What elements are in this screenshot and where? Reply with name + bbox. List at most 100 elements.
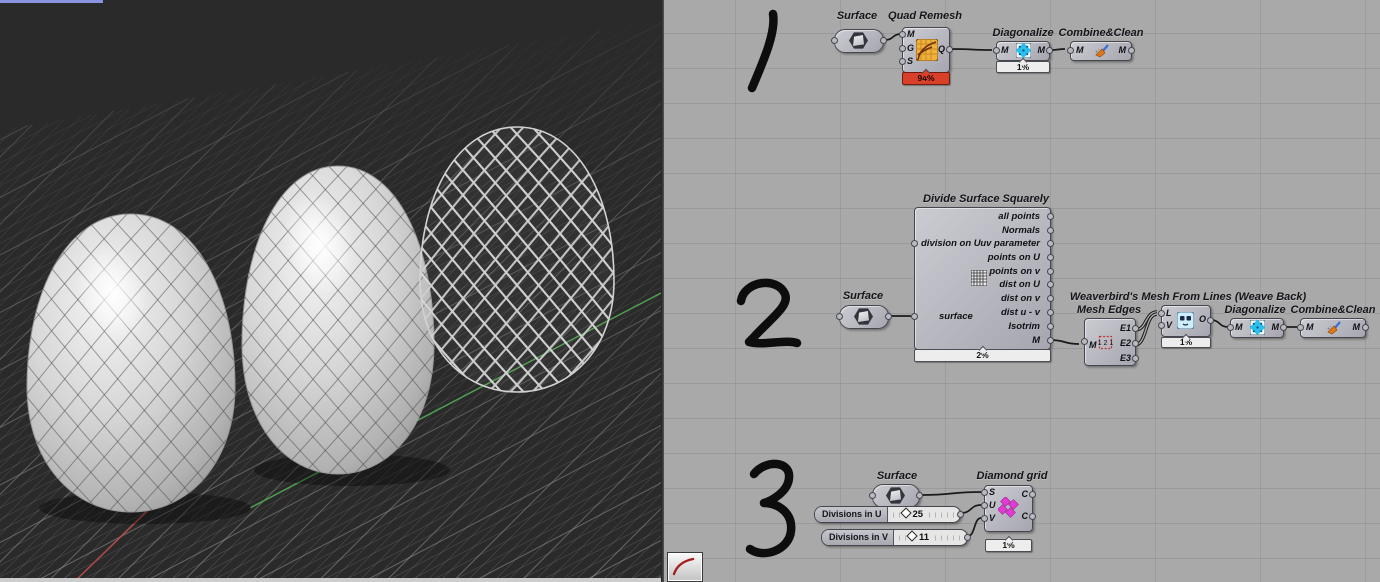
port-in-v[interactable] — [1158, 322, 1165, 329]
port-label: M — [1118, 45, 1127, 55]
svg-text:1 2 1: 1 2 1 — [1098, 340, 1113, 347]
port-out[interactable] — [957, 511, 964, 518]
diamond-grid-label: Diamond grid — [976, 470, 1048, 482]
port-label: V — [989, 513, 996, 523]
port-label: M — [1306, 322, 1314, 332]
port-in[interactable] — [836, 313, 843, 320]
surface-param[interactable] — [869, 484, 923, 508]
top-blue-strip — [0, 0, 103, 3]
port-in-m[interactable] — [1081, 338, 1088, 345]
diamond-grid-component[interactable]: S U V C C — [981, 485, 1036, 532]
surface-icon — [849, 32, 868, 49]
port-out[interactable] — [1047, 268, 1054, 275]
port-out-e3[interactable] — [1132, 355, 1139, 362]
diamond-grid-icon — [998, 497, 1019, 518]
handwritten-annotation-2 — [736, 278, 802, 348]
quad-remesh-component[interactable]: M G S Q — [899, 27, 953, 73]
port-out[interactable] — [1047, 213, 1054, 220]
combine-clean-label: Combine&Clean — [1058, 27, 1144, 39]
rhino-3d-viewport[interactable] — [0, 0, 661, 582]
port-out-c1[interactable] — [1029, 491, 1036, 498]
weaverbird-title-label: Weaverbird's Mesh From Lines (Weave Back… — [1069, 291, 1307, 303]
port-out[interactable] — [885, 313, 892, 320]
slider-track[interactable]: 11 — [894, 530, 967, 545]
slider-handle[interactable]: 11 — [906, 530, 932, 543]
port-in-m[interactable] — [1227, 324, 1234, 331]
port-out[interactable] — [1047, 323, 1054, 330]
port-in-m[interactable] — [1297, 324, 1304, 331]
port-out[interactable] — [1047, 295, 1054, 302]
port-out-m[interactable] — [1128, 47, 1135, 54]
combine-clean-brush-icon — [1095, 44, 1109, 58]
divide-surface-progress-badge: 2% — [914, 345, 1051, 362]
surface-param[interactable] — [831, 29, 887, 53]
port-out[interactable] — [916, 492, 923, 499]
port-out-m[interactable] — [1047, 337, 1054, 344]
port-out-o[interactable] — [1207, 317, 1214, 324]
port-out-e2[interactable] — [1132, 340, 1139, 347]
port-out-m[interactable] — [1046, 47, 1053, 54]
quad-remesh-label: Quad Remesh — [888, 10, 962, 22]
combine-clean-component[interactable]: M M — [1297, 318, 1369, 338]
divide-surface-squarely-component[interactable]: division on U surface all points Normals… — [911, 207, 1054, 350]
port-label: M — [1271, 322, 1280, 332]
grasshopper-canvas[interactable]: Surface Quad Remesh M G S Q 94% Diagonal — [664, 0, 1380, 582]
port-out[interactable] — [1047, 309, 1054, 316]
port-in-division-u[interactable] — [911, 240, 918, 247]
port-out-m[interactable] — [1362, 324, 1369, 331]
port-out[interactable] — [964, 534, 971, 541]
port-out[interactable] — [1047, 240, 1054, 247]
port-label: points on v — [989, 266, 1040, 277]
mesh-edges-label: Mesh Edges — [1076, 304, 1142, 316]
port-label: dist on U — [999, 279, 1040, 290]
port-out[interactable] — [1047, 254, 1054, 261]
port-in-surface[interactable] — [911, 313, 918, 320]
surface-icon — [886, 487, 905, 504]
diagonalize-icon — [1250, 320, 1265, 335]
port-in-l[interactable] — [1158, 310, 1165, 317]
diamond-grid-progress-badge: 1% — [985, 535, 1032, 552]
viewport-scene — [0, 0, 661, 582]
port-in-v[interactable] — [981, 515, 988, 522]
quad-remesh-icon — [916, 39, 938, 61]
port-in[interactable] — [831, 37, 838, 44]
combine-clean-component[interactable]: M M — [1067, 41, 1135, 61]
weaverbird-mesh-from-lines-component[interactable]: L V O — [1158, 305, 1214, 337]
port-in-s[interactable] — [981, 489, 988, 496]
port-out-e1[interactable] — [1132, 325, 1139, 332]
port-label: Q — [937, 44, 945, 54]
port-out-m[interactable] — [1280, 324, 1287, 331]
port-in-s[interactable] — [899, 58, 906, 65]
port-out[interactable] — [880, 37, 887, 44]
combine-clean-brush-icon — [1327, 321, 1341, 335]
port-in-m[interactable] — [993, 47, 1000, 54]
port-label: O — [1198, 314, 1206, 324]
port-in[interactable] — [869, 492, 876, 499]
sketch-tool-button[interactable] — [667, 552, 703, 582]
port-in-u[interactable] — [981, 502, 988, 509]
surface-param[interactable] — [836, 305, 892, 329]
port-out[interactable] — [1047, 281, 1054, 288]
diagonalize-component[interactable]: M M — [1227, 318, 1287, 338]
slider-track[interactable]: 25 — [888, 507, 960, 522]
slider-value: 25 — [912, 509, 924, 520]
port-in-m[interactable] — [899, 31, 906, 38]
divisions-in-u-slider[interactable]: Divisions in U 25 — [814, 506, 964, 523]
port-label: M — [1235, 322, 1243, 332]
port-out-q[interactable] — [946, 46, 953, 53]
port-out[interactable] — [1047, 227, 1054, 234]
slider-handle[interactable]: 25 — [899, 507, 926, 520]
port-label: all points — [998, 211, 1040, 222]
port-label: E3 — [1119, 353, 1131, 363]
port-label: uv parameter — [980, 238, 1040, 249]
port-label: C — [1021, 511, 1029, 521]
mesh-edges-component[interactable]: M 1 2 1 E1 E2 E3 — [1081, 318, 1139, 366]
divisions-in-v-slider[interactable]: Divisions in V 11 — [821, 529, 971, 546]
port-out-c2[interactable] — [1029, 513, 1036, 520]
mesh-edges-icon: 1 2 1 — [1098, 335, 1113, 350]
red-curve-icon — [672, 557, 695, 576]
port-in-m[interactable] — [1067, 47, 1074, 54]
port-label: M — [907, 29, 915, 39]
app-window: Surface Quad Remesh M G S Q 94% Diagonal — [0, 0, 1380, 582]
port-in-g[interactable] — [899, 45, 906, 52]
